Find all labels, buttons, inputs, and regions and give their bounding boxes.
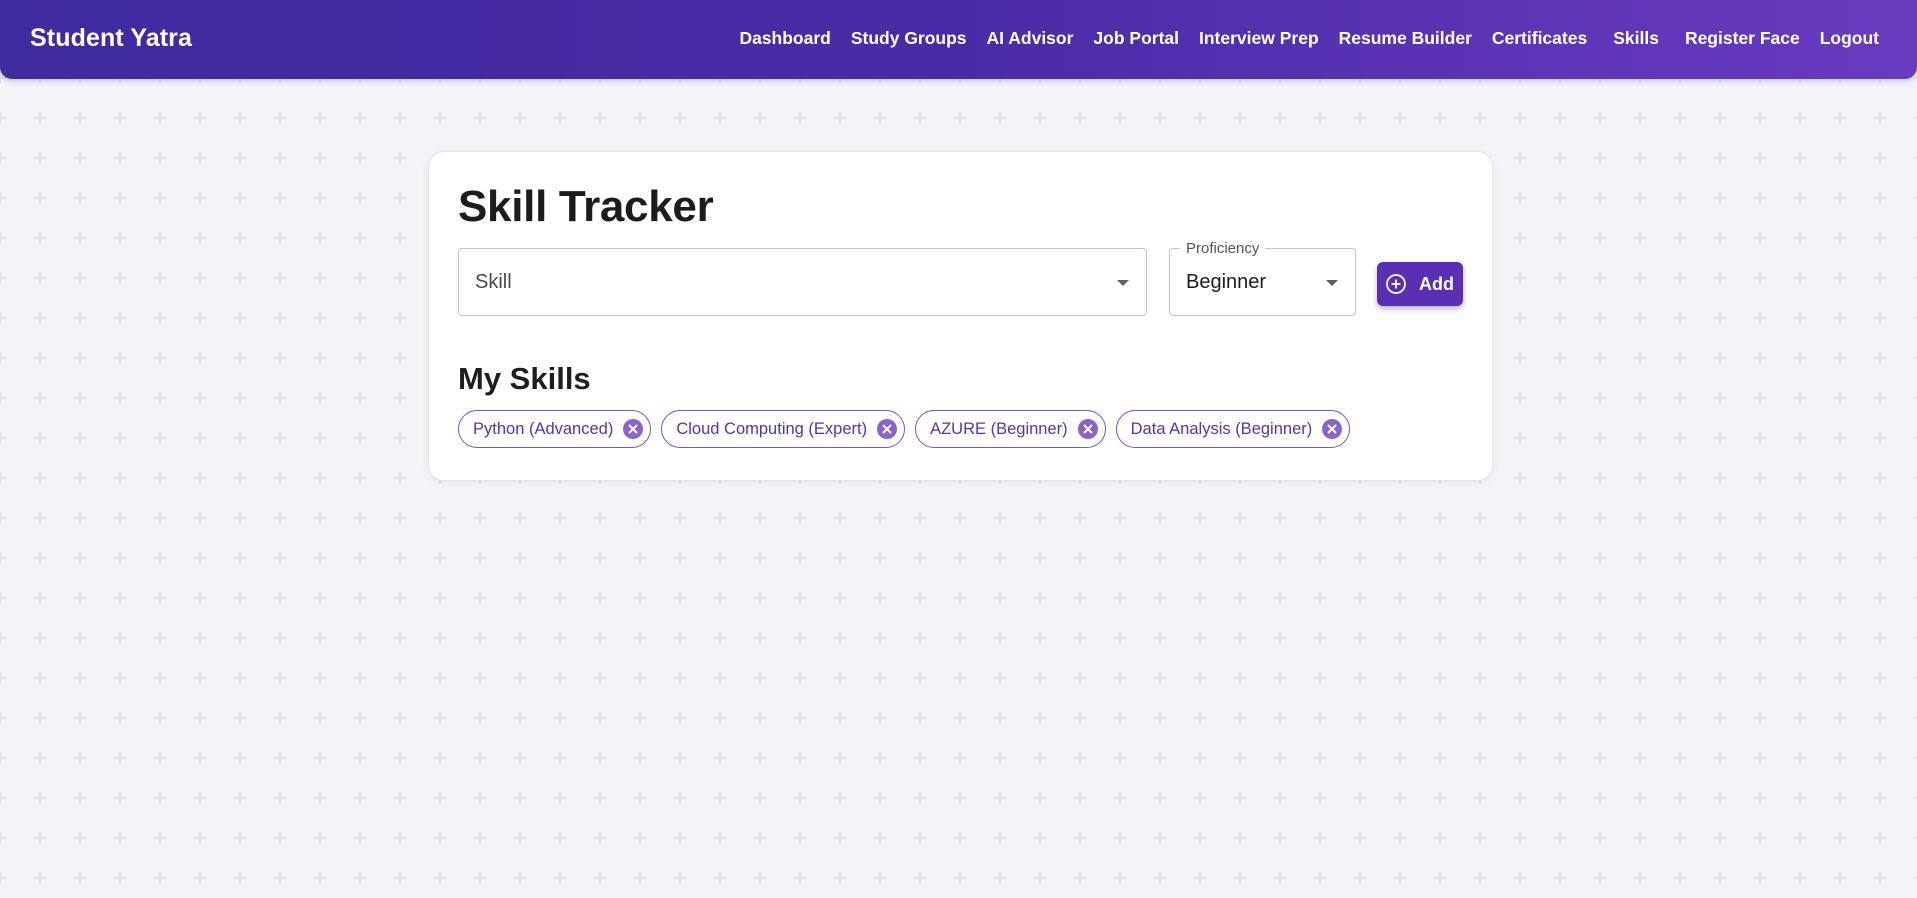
cancel-circle-icon[interactable] bbox=[622, 418, 644, 440]
nav-resume-builder[interactable]: Resume Builder bbox=[1339, 28, 1472, 49]
proficiency-label: Proficiency bbox=[1180, 240, 1266, 257]
nav-interview-prep[interactable]: Interview Prep bbox=[1199, 28, 1319, 49]
page-title: Skill Tracker bbox=[458, 182, 714, 231]
nav-dashboard[interactable]: Dashboard bbox=[739, 28, 830, 49]
nav-study-groups[interactable]: Study Groups bbox=[851, 28, 967, 49]
brand-logo[interactable]: Student Yatra bbox=[30, 24, 192, 53]
cancel-circle-icon[interactable] bbox=[876, 418, 898, 440]
chevron-down-icon bbox=[1326, 280, 1338, 286]
proficiency-select[interactable]: Proficiency Beginner bbox=[1169, 240, 1356, 316]
nav-ai-advisor[interactable]: AI Advisor bbox=[987, 28, 1074, 49]
chevron-down-icon bbox=[1117, 280, 1129, 286]
skill-chip: AZURE (Beginner) bbox=[915, 410, 1106, 448]
nav-certificates[interactable]: Certificates bbox=[1492, 28, 1587, 49]
skill-chip: Data Analysis (Beginner) bbox=[1115, 410, 1351, 448]
skill-chip-label: Python (Advanced) bbox=[473, 419, 614, 438]
cancel-circle-icon[interactable] bbox=[1077, 418, 1099, 440]
skill-chip-label: Data Analysis (Beginner) bbox=[1130, 419, 1313, 438]
top-navbar: Student Yatra Dashboard Study Groups AI … bbox=[0, 0, 1917, 79]
proficiency-value: Beginner bbox=[1186, 271, 1267, 293]
skill-chip-list: Python (Advanced) Cloud Computing (Exper… bbox=[458, 410, 1351, 448]
skill-chip: Cloud Computing (Expert) bbox=[661, 410, 906, 448]
nav-links: Dashboard Study Groups AI Advisor Job Po… bbox=[719, 28, 1879, 49]
add-circle-icon bbox=[1386, 274, 1406, 294]
skill-tracker-card: Skill Tracker Skill Proficiency Beginner… bbox=[428, 151, 1493, 481]
nav-logout[interactable]: Logout bbox=[1820, 28, 1879, 49]
skill-select-placeholder: Skill bbox=[475, 271, 512, 293]
nav-skills[interactable]: Skills bbox=[1613, 28, 1659, 49]
skill-chip: Python (Advanced) bbox=[458, 410, 652, 448]
nav-register-face[interactable]: Register Face bbox=[1685, 28, 1800, 49]
skill-chip-label: AZURE (Beginner) bbox=[930, 419, 1068, 438]
skill-chip-label: Cloud Computing (Expert) bbox=[676, 419, 868, 438]
skill-select[interactable]: Skill bbox=[458, 248, 1147, 316]
cancel-circle-icon[interactable] bbox=[1321, 418, 1343, 440]
my-skills-heading: My Skills bbox=[458, 361, 591, 396]
add-skill-button[interactable]: Add bbox=[1377, 262, 1463, 306]
add-button-label: Add bbox=[1419, 273, 1454, 294]
nav-job-portal[interactable]: Job Portal bbox=[1093, 28, 1179, 49]
